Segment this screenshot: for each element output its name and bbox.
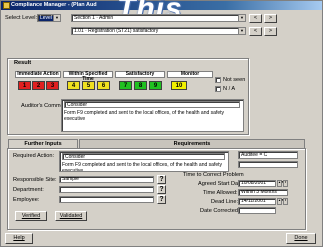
agreed-start-field[interactable]: 10/08/2001 bbox=[238, 180, 276, 187]
verified-button[interactable]: Verified bbox=[15, 211, 47, 221]
responsible-site-label: Responsible Site: bbox=[13, 177, 57, 183]
dead-line-label: Dead Line: bbox=[211, 199, 239, 205]
prev-section-button[interactable]: < bbox=[249, 14, 262, 23]
level-select[interactable]: Level 1 ▼ bbox=[37, 14, 61, 22]
chevron-down-icon[interactable]: ▼ bbox=[53, 15, 60, 21]
required-action-select-value: Consider bbox=[65, 154, 86, 160]
not-seen-checkbox[interactable] bbox=[215, 77, 221, 83]
result-group-label: Result bbox=[14, 60, 32, 66]
tab-requirements[interactable]: Requirements bbox=[79, 139, 305, 148]
header-satisfactory: Satisfactory bbox=[115, 71, 165, 78]
chevron-down-icon[interactable]: ▼ bbox=[238, 15, 245, 21]
agreed-start-calendar-icon[interactable]: ▾ bbox=[283, 180, 288, 187]
score-10[interactable]: 10 bbox=[171, 81, 187, 90]
not-seen-label: Not seen bbox=[223, 77, 246, 83]
auditee-field-2[interactable] bbox=[238, 161, 298, 168]
required-action-text: Form F9 completed and sent to the local … bbox=[62, 162, 222, 172]
help-button[interactable]: Help bbox=[5, 233, 33, 244]
score-3[interactable]: 3 bbox=[46, 81, 59, 90]
date-corrected-label: Date Corrected: bbox=[200, 208, 240, 214]
score-8[interactable]: 8 bbox=[134, 81, 147, 90]
auditor-comments-area[interactable]: Consider Form F9 completed and sent to t… bbox=[61, 99, 244, 132]
score-6[interactable]: 6 bbox=[97, 81, 110, 90]
banner-logo: This bbox=[117, 0, 183, 25]
time-allowed-field[interactable]: Within 3 Months bbox=[238, 189, 288, 196]
app-icon bbox=[3, 2, 10, 9]
score-2[interactable]: 2 bbox=[32, 81, 45, 90]
na-label: N / A bbox=[223, 86, 236, 92]
employee-field[interactable] bbox=[59, 196, 154, 203]
score-1[interactable]: 1 bbox=[18, 81, 31, 90]
score-9[interactable]: 9 bbox=[149, 81, 162, 90]
date-corrected-field[interactable] bbox=[238, 207, 276, 214]
question-select-value: 1.01 · Registration (ST21) satisfactory bbox=[74, 28, 159, 34]
required-action-area[interactable]: Consider Form F9 completed and sent to t… bbox=[59, 151, 229, 172]
header-immediate-action: Immediate Action bbox=[15, 71, 61, 78]
select-level-label: Select Level: bbox=[5, 15, 38, 21]
window-title: Compliance Manager - (Plan Aud bbox=[11, 2, 97, 8]
time-to-correct-label: Time to Correct Problem bbox=[183, 172, 244, 178]
score-7[interactable]: 7 bbox=[119, 81, 132, 90]
employee-label: Employee: bbox=[13, 197, 40, 203]
next-question-button[interactable]: > bbox=[264, 27, 277, 36]
next-section-button[interactable]: > bbox=[264, 14, 277, 23]
tab-further-inputs[interactable]: Further Inputs bbox=[8, 139, 78, 148]
prev-question-button[interactable]: < bbox=[249, 27, 262, 36]
department-field[interactable] bbox=[59, 186, 154, 193]
auditor-comment-select-value: Consider bbox=[67, 102, 88, 108]
question-select[interactable]: 1.01 · Registration (ST21) satisfactory … bbox=[71, 27, 246, 35]
time-allowed-label: Time Allowed: bbox=[203, 190, 238, 196]
department-label: Department: bbox=[13, 187, 44, 193]
score-4[interactable]: 4 bbox=[67, 81, 80, 90]
auditor-comment-select[interactable]: Consider bbox=[64, 101, 240, 108]
section-select-value: Section 1 · Admin bbox=[74, 15, 114, 21]
auditee-select-value: Auditee = C bbox=[241, 152, 268, 158]
dead-line-field[interactable]: 14/11/2001 bbox=[238, 198, 276, 205]
auditee-select[interactable]: Auditee = C bbox=[238, 151, 298, 159]
required-action-label: Required Action: bbox=[13, 153, 55, 159]
responsible-site-lookup-button[interactable]: ? bbox=[157, 175, 166, 184]
done-button[interactable]: Done bbox=[286, 233, 316, 244]
auditor-comments-text: Form F9 completed and sent to the local … bbox=[64, 110, 224, 122]
score-5[interactable]: 5 bbox=[82, 81, 95, 90]
required-action-select[interactable]: Consider bbox=[62, 153, 225, 160]
dead-line-calendar-icon[interactable]: ▾ bbox=[283, 198, 288, 205]
dead-line-spin-icon[interactable]: ▲▼ bbox=[277, 198, 284, 205]
header-monitor: Monitor bbox=[167, 71, 213, 78]
employee-lookup-button[interactable]: ? bbox=[157, 195, 166, 204]
app-window: Compliance Manager - (Plan Aud This Sele… bbox=[0, 0, 323, 247]
department-lookup-button[interactable]: ? bbox=[157, 185, 166, 194]
responsible-site-field[interactable]: Sample bbox=[59, 176, 154, 183]
chevron-down-icon[interactable]: ▼ bbox=[238, 28, 245, 34]
agreed-start-spin-icon[interactable]: ▲▼ bbox=[277, 180, 284, 187]
validated-button[interactable]: Validated bbox=[55, 211, 87, 221]
section-select[interactable]: Section 1 · Admin ▼ bbox=[71, 14, 246, 22]
header-within-specified-time: Within Specified Time bbox=[63, 71, 113, 82]
na-checkbox[interactable] bbox=[215, 86, 221, 92]
